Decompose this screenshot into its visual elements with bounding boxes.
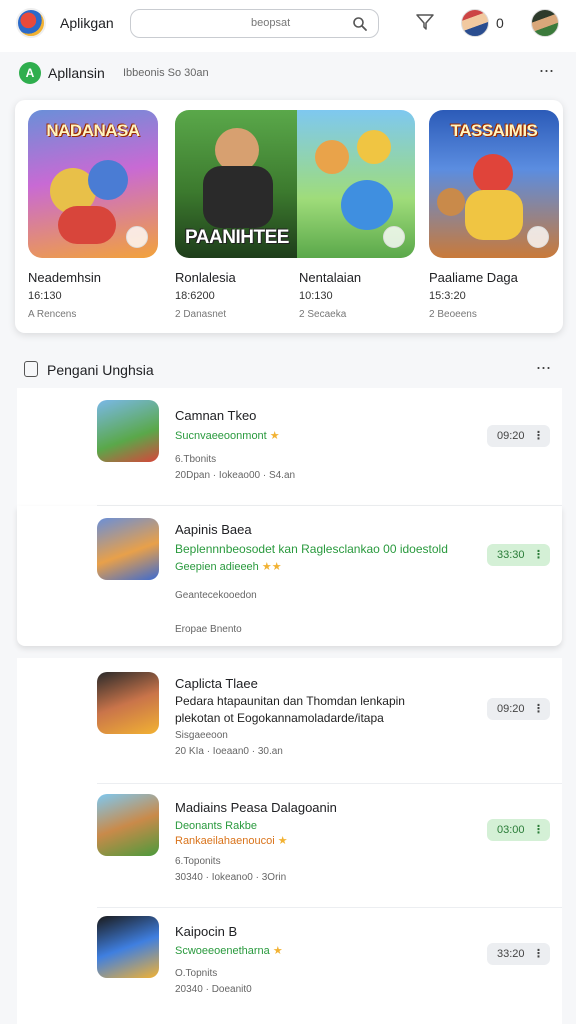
avatar-count: 0 [496, 15, 504, 31]
search-placeholder: beopsat [251, 17, 291, 29]
list-section-title: Pengani Unghsia [47, 362, 154, 378]
item-subtitle-2: Rankaeilahaenoucoi ★ [175, 835, 288, 847]
filter-icon[interactable] [415, 12, 435, 32]
item-meta: O.Topnits [175, 968, 218, 979]
item-description: Pedara htapaunitan dan Thomdan lenkapin [175, 694, 405, 708]
play-badge-icon [527, 226, 549, 248]
search-input[interactable]: beopsat [130, 9, 379, 38]
item-meta: 6.Tbonits [175, 454, 217, 465]
time-pill-button[interactable]: 09:20 ⋮ [487, 425, 550, 447]
star-icon: ★ [277, 835, 288, 847]
app-icon [97, 916, 159, 978]
list-item[interactable]: Madiains Peasa Dalagoanin Deonants Rakbe… [17, 784, 562, 908]
game-time: 16:130 [28, 290, 62, 302]
app-icon [97, 400, 159, 462]
game-thumbnail[interactable]: TASSAIMIS [429, 110, 559, 258]
star-icon: ★★ [261, 561, 282, 573]
game-meta: A Rencens [28, 309, 77, 320]
app-icon [97, 672, 159, 734]
item-meta-line: Eropae Bnento [175, 624, 242, 635]
item-meta-line: 20Dpan · Iokeao00 · S4.an [175, 470, 296, 481]
game-name: Neademhsin [28, 270, 101, 285]
game-name: Nentalaian [299, 270, 362, 285]
game-thumbnail[interactable]: PAANIHTEE [175, 110, 299, 258]
featured-subtitle: Ibbeonis So 30an [123, 67, 209, 79]
star-icon: ★ [269, 430, 280, 442]
game-time: 18:6200 [175, 290, 215, 302]
app-icon [97, 518, 159, 580]
item-meta-line: 30340 · Iokeano0 · 3Orin [175, 872, 287, 883]
featured-header: A Apllansin Ibbeonis So 30an ··· [0, 58, 576, 88]
item-meta-line: 20 KIa · Ioeaan0 · 30.an [175, 746, 283, 757]
more-options-icon[interactable]: ··· [533, 358, 553, 382]
featured-title: Apllansin [48, 65, 105, 81]
game-time: 10:130 [299, 290, 333, 302]
more-options-icon[interactable]: ··· [536, 61, 556, 85]
game-meta: 2 Beoeens [429, 309, 477, 320]
item-meta: Geantecekooedon [175, 590, 257, 601]
item-title: Kaipocin B [175, 924, 238, 939]
game-thumbnail[interactable] [297, 110, 415, 258]
time-pill-button[interactable]: 03:00 ⋮ [487, 819, 550, 841]
item-subtitle-2: Geepien adieeeh ★★ [175, 561, 282, 573]
item-subtitle: Deonants Rakbe [175, 820, 257, 832]
game-meta: 2 Secaeka [299, 309, 347, 320]
featured-carousel: NADANASA Neademhsin 16:130 A Rencens PAA… [15, 100, 563, 333]
game-name: Ronlalesia [175, 270, 236, 285]
game-art-title: TASSAIMIS [450, 121, 538, 140]
play-badge-icon [383, 226, 405, 248]
game-name: Paaliame Daga [429, 270, 518, 285]
search-icon[interactable] [352, 16, 368, 32]
time-pill-button[interactable]: 33:30 ⋮ [487, 544, 550, 566]
profile-avatar[interactable] [531, 9, 559, 37]
more-options-icon: ⋮ [533, 824, 544, 836]
game-thumbnail[interactable]: NADANASA [28, 110, 158, 258]
more-options-icon: ⋮ [533, 549, 544, 561]
list-item[interactable]: Kaipocin B Scwoeeoenetharna ★ O.Topnits … [17, 908, 562, 1024]
item-title: Aapinis Baea [175, 522, 252, 537]
list-item[interactable]: Caplicta Tlaee Pedara htapaunitan dan Th… [17, 658, 562, 784]
more-options-icon: ⋮ [533, 703, 544, 715]
star-icon: ★ [272, 945, 283, 957]
item-meta: 6.Toponits [175, 856, 221, 867]
more-options-icon: ⋮ [533, 948, 544, 960]
more-options-icon: ⋮ [533, 430, 544, 442]
game-art-title: NADANASA [46, 121, 140, 140]
avatar[interactable] [461, 9, 489, 37]
time-pill-button[interactable]: 33:20 ⋮ [487, 943, 550, 965]
list-item[interactable]: Camnan Tkeo Sucnvaeeoonmont ★ 6.Tbonits … [17, 388, 562, 506]
app-icon [97, 794, 159, 856]
item-subtitle: Beplennnbeosodet kan Raglesclankao 00 id… [175, 542, 448, 556]
app-title: Aplikgan [60, 15, 114, 31]
item-title: Camnan Tkeo [175, 408, 257, 423]
time-pill-button[interactable]: 09:20 ⋮ [487, 698, 550, 720]
app-logo[interactable] [16, 8, 46, 38]
game-art-title: PAANIHTEE [185, 227, 289, 248]
item-title: Madiains Peasa Dalagoanin [175, 800, 337, 815]
item-title: Caplicta Tlaee [175, 676, 258, 691]
game-meta: 2 Danasnet [175, 309, 227, 320]
list-section-header: Pengani Unghsia ··· [17, 356, 562, 384]
item-subtitle: Scwoeeoenetharna ★ [175, 945, 283, 957]
game-time: 15:3:20 [429, 290, 466, 302]
top-bar: Aplikgan beopsat 0 [0, 0, 576, 52]
featured-app-icon: A [19, 62, 41, 84]
item-meta: Sisgaeeoon [175, 730, 228, 741]
list-item[interactable]: Aapinis Baea Beplennnbeosodet kan Ragles… [17, 506, 562, 646]
play-badge-icon [126, 226, 148, 248]
item-description-2: plekotan ot Eogokannamoladarde/itapa [175, 711, 384, 725]
bag-icon [24, 361, 38, 377]
item-subtitle: Sucnvaeeoonmont ★ [175, 430, 280, 442]
item-meta-line: 20340 · Doeanit0 [175, 984, 252, 995]
